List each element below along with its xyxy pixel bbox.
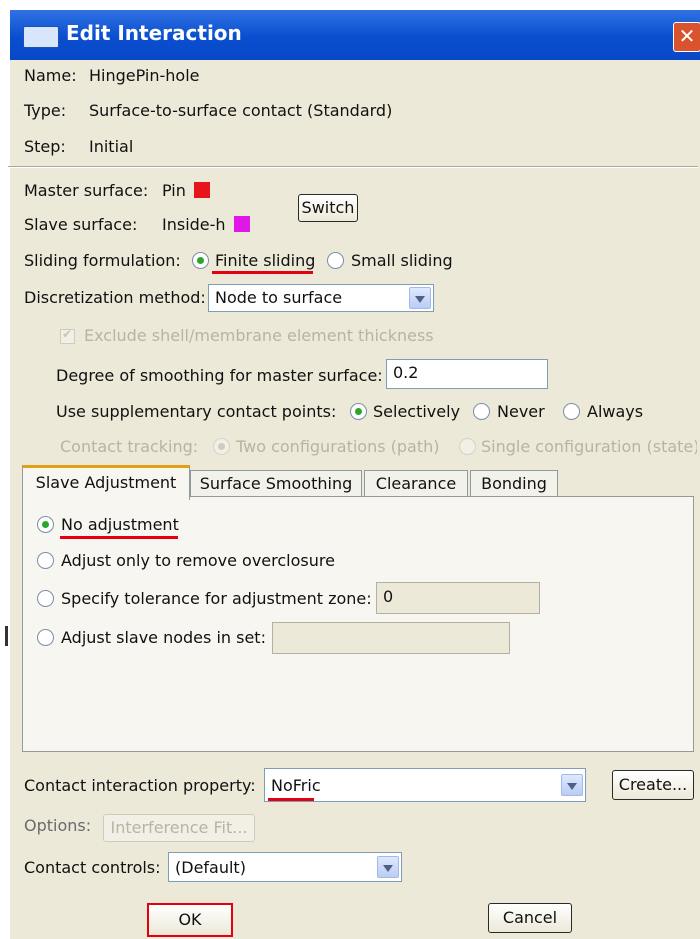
always-label[interactable]: Always [587, 402, 643, 421]
sliding-formulation-label: Sliding formulation: [24, 251, 181, 270]
window-icon [23, 26, 59, 48]
contact-controls-value: (Default) [175, 858, 246, 877]
never-label[interactable]: Never [497, 402, 545, 421]
exclude-thickness-label: Exclude shell/membrane element thickness [84, 326, 434, 345]
smoothing-label: Degree of smoothing for master surface: [56, 366, 383, 385]
slave-color-swatch [233, 216, 250, 232]
nodes-in-set-radio[interactable] [37, 629, 54, 646]
overclosure-label[interactable]: Adjust only to remove overclosure [61, 551, 335, 570]
contact-property-select[interactable]: NoFric [264, 768, 586, 802]
finite-sliding-label[interactable]: Finite sliding [215, 251, 315, 270]
contact-property-value: NoFric [271, 776, 321, 795]
small-sliding-label[interactable]: Small sliding [351, 251, 453, 270]
nodes-in-set-label[interactable]: Adjust slave nodes in set: [61, 628, 266, 647]
ok-button[interactable]: OK [147, 903, 233, 937]
tolerance-value: 0 [383, 587, 394, 606]
exclude-thickness-checkbox[interactable] [60, 327, 75, 344]
master-color-swatch [193, 182, 210, 198]
finite-sliding-radio[interactable] [192, 252, 209, 269]
nodes-set-select[interactable] [272, 622, 510, 654]
tab-surface-smoothing[interactable]: Surface Smoothing [190, 470, 362, 497]
edge-mark [5, 626, 8, 646]
two-configurations-radio[interactable] [213, 438, 230, 455]
no-adjustment-radio[interactable] [37, 516, 54, 533]
close-icon[interactable]: ✕ [673, 22, 700, 52]
step-value: Initial [89, 137, 134, 156]
type-value: Surface-to-surface contact (Standard) [89, 101, 393, 120]
small-sliding-radio[interactable] [327, 252, 344, 269]
discretization-label: Discretization method: [24, 288, 206, 307]
cancel-button[interactable]: Cancel [488, 903, 572, 933]
tolerance-radio[interactable] [37, 590, 54, 607]
contact-controls-label: Contact controls: [24, 858, 161, 877]
single-configuration-radio[interactable] [459, 438, 476, 455]
smoothing-input[interactable]: 0.2 [386, 359, 548, 389]
chevron-down-icon[interactable] [561, 774, 583, 796]
tab-slave-adjustment[interactable]: Slave Adjustment [22, 465, 190, 500]
chevron-down-icon[interactable] [409, 287, 431, 309]
discretization-select[interactable]: Node to surface [208, 284, 434, 312]
type-label: Type: [24, 101, 67, 120]
options-label: Options: [24, 816, 92, 835]
single-configuration-label: Single configuration (state) [481, 437, 697, 456]
interference-fit-button[interactable]: Interference Fit... [103, 814, 255, 842]
step-label: Step: [24, 137, 66, 156]
master-surface-value: Pin [162, 181, 210, 200]
contact-tracking-label: Contact tracking: [60, 437, 199, 456]
name-label: Name: [24, 66, 77, 85]
slave-surface-value: Inside-h [162, 215, 250, 234]
master-surface-label: Master surface: [24, 181, 149, 200]
highlight-underline [60, 536, 178, 539]
separator [8, 166, 698, 168]
selectively-radio[interactable] [350, 403, 367, 420]
chevron-down-icon[interactable] [377, 856, 399, 878]
no-adjustment-label[interactable]: No adjustment [61, 515, 179, 534]
title-bar[interactable]: Edit Interaction ✕ [10, 10, 700, 60]
highlight-underline [268, 798, 314, 801]
switch-button[interactable]: Switch [298, 194, 358, 222]
create-button[interactable]: Create... [612, 770, 694, 800]
tab-clearance[interactable]: Clearance [364, 470, 468, 497]
two-configurations-label: Two configurations (path) [236, 437, 440, 456]
never-radio[interactable] [473, 403, 490, 420]
contact-property-label: Contact interaction property: [24, 776, 256, 795]
name-value: HingePin-hole [89, 66, 200, 85]
always-radio[interactable] [563, 403, 580, 420]
tolerance-label[interactable]: Specify tolerance for adjustment zone: [61, 589, 372, 608]
tab-bonding[interactable]: Bonding [470, 470, 558, 497]
overclosure-radio[interactable] [37, 552, 54, 569]
contact-controls-select[interactable]: (Default) [168, 852, 402, 882]
highlight-underline [212, 271, 313, 274]
supplementary-label: Use supplementary contact points: [56, 402, 337, 421]
window-title: Edit Interaction [66, 21, 242, 45]
slave-surface-label: Slave surface: [24, 215, 138, 234]
tolerance-input[interactable]: 0 [376, 582, 540, 614]
selectively-label[interactable]: Selectively [373, 402, 460, 421]
smoothing-value: 0.2 [393, 363, 419, 382]
discretization-value: Node to surface [215, 288, 343, 307]
